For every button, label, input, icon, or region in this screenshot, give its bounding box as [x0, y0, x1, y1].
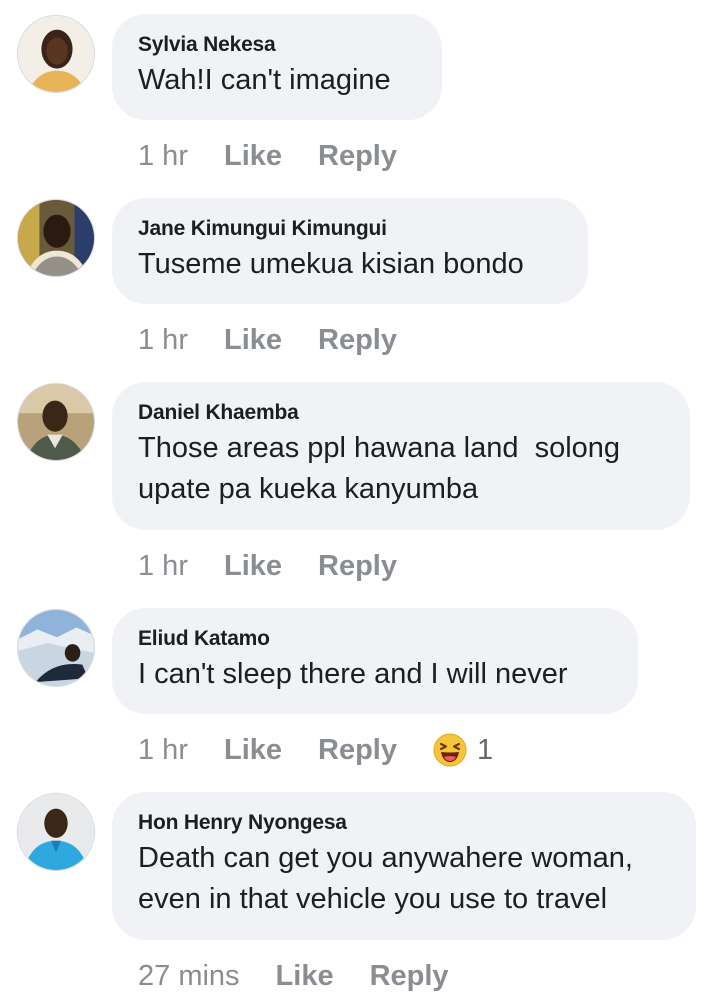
avatar[interactable] — [17, 383, 95, 461]
reaction-count: 1 — [477, 733, 494, 766]
reply-button[interactable]: Reply — [318, 140, 397, 173]
avatar[interactable] — [17, 15, 95, 93]
timestamp[interactable]: 1 hr — [138, 140, 188, 173]
comment-bubble[interactable]: Sylvia Nekesa Wah!I can't imagine — [112, 14, 442, 120]
timestamp[interactable]: 27 mins — [138, 960, 240, 993]
like-button[interactable]: Like — [224, 734, 282, 767]
commenter-name[interactable]: Jane Kimungui Kimungui — [138, 214, 562, 244]
like-button[interactable]: Like — [276, 960, 334, 993]
like-button[interactable]: Like — [224, 324, 282, 357]
comment-actions: 1 hr Like Reply — [138, 136, 433, 176]
comment-actions: 27 mins Like Reply — [138, 956, 485, 996]
reply-button[interactable]: Reply — [370, 960, 449, 993]
timestamp[interactable]: 1 hr — [138, 324, 188, 357]
comment-text: Those areas ppl hawana land solong upate… — [138, 432, 629, 505]
comment-bubble[interactable]: Eliud Katamo I can't sleep there and I w… — [112, 608, 638, 714]
comment-text: Wah!I can't imagine — [138, 64, 391, 96]
commenter-name[interactable]: Hon Henry Nyongesa — [138, 808, 670, 838]
timestamp[interactable]: 1 hr — [138, 550, 188, 583]
comment-actions: 1 hr Like Reply 1 — [138, 730, 493, 770]
avatar[interactable] — [17, 199, 95, 277]
comment-actions: 1 hr Like Reply — [138, 546, 433, 586]
laughing-emoji-icon — [433, 733, 467, 767]
comment-bubble[interactable]: Hon Henry Nyongesa Death can get you any… — [112, 792, 696, 940]
reply-button[interactable]: Reply — [318, 734, 397, 767]
commenter-name[interactable]: Daniel Khaemba — [138, 398, 664, 428]
avatar[interactable] — [17, 793, 95, 871]
comment-bubble[interactable]: Jane Kimungui Kimungui Tuseme umekua kis… — [112, 198, 588, 304]
comment-bubble[interactable]: Daniel Khaemba Those areas ppl hawana la… — [112, 382, 690, 530]
commenter-name[interactable]: Eliud Katamo — [138, 624, 612, 654]
like-button[interactable]: Like — [224, 140, 282, 173]
reply-button[interactable]: Reply — [318, 550, 397, 583]
comment-actions: 1 hr Like Reply — [138, 320, 433, 360]
reply-button[interactable]: Reply — [318, 324, 397, 357]
commenter-name[interactable]: Sylvia Nekesa — [138, 30, 416, 60]
timestamp[interactable]: 1 hr — [138, 734, 188, 767]
reaction-summary[interactable]: 1 — [433, 733, 493, 767]
comment-text: I can't sleep there and I will never — [138, 658, 568, 690]
avatar[interactable] — [17, 609, 95, 687]
comment-text: Death can get you anywahere woman, even … — [138, 842, 641, 915]
like-button[interactable]: Like — [224, 550, 282, 583]
comment-text: Tuseme umekua kisian bondo — [138, 248, 524, 280]
